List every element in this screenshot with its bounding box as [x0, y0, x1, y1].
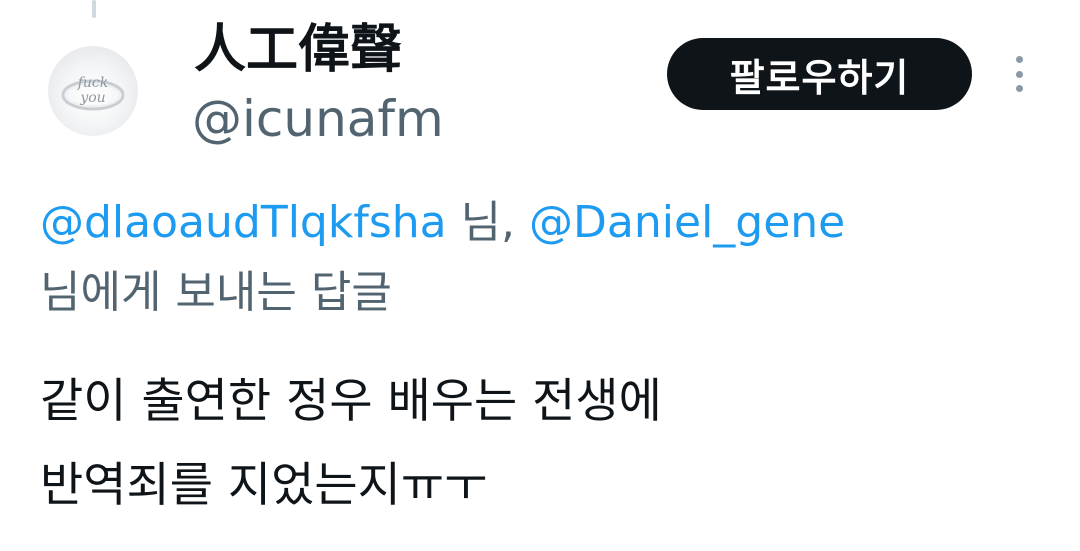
more-dot	[1015, 56, 1023, 63]
avatar-ring-image: fuck you	[61, 75, 125, 111]
reply-suffix: 님에게 보내는 답글	[40, 267, 392, 318]
reply-separator: 님,	[446, 197, 530, 248]
mention-link-1[interactable]: @dlaoaudTlqkfsha	[40, 197, 447, 248]
more-dot	[1015, 85, 1023, 92]
follow-button[interactable]: 팔로우하기	[667, 38, 972, 110]
tweet-text: 같이 출연한 정우 배우는 전생에 반역죄를 지었는지ㅠㅜ	[40, 360, 1060, 528]
thread-connector-line	[92, 0, 96, 18]
avatar[interactable]: fuck you	[48, 46, 138, 136]
svg-text:you: you	[79, 90, 105, 106]
tweet-text-line: 반역죄를 지었는지ㅠㅜ	[40, 458, 488, 513]
svg-text:fuck: fuck	[77, 75, 109, 91]
more-options-icon[interactable]	[1004, 52, 1034, 96]
author-display-name[interactable]: 人工偉聲	[194, 18, 402, 82]
more-dot	[1015, 70, 1023, 78]
tweet-text-line: 같이 출연한 정우 배우는 전생에	[40, 374, 662, 429]
author-handle[interactable]: @icunafm	[192, 88, 444, 150]
reply-context: @dlaoaudTlqkfsha 님, @Daniel_gene 님에게 보내는…	[40, 188, 1060, 328]
mention-link-2[interactable]: @Daniel_gene	[529, 197, 845, 248]
